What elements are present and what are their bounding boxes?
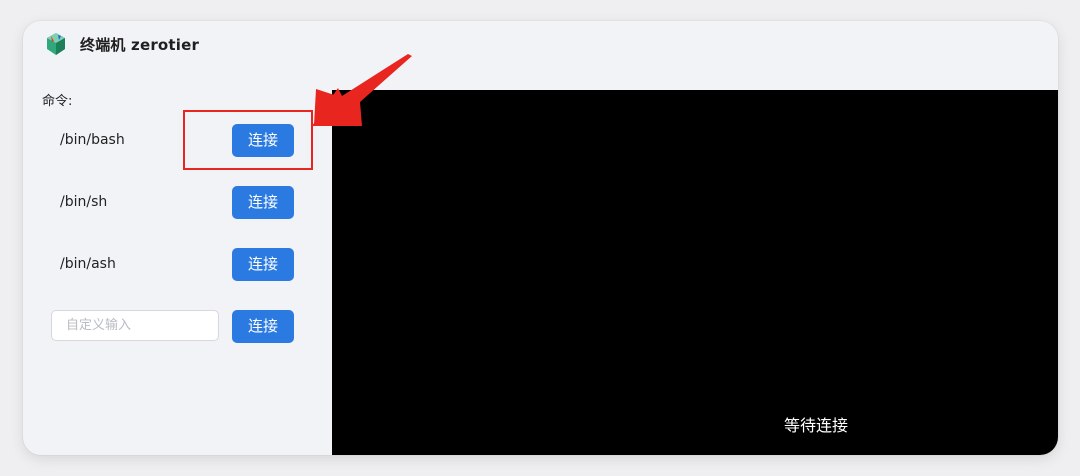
command-row-sh: /bin/sh 连接 [23,186,332,220]
command-name: /bin/ash [60,256,116,272]
connect-ash-button[interactable]: 连接 [232,248,294,281]
title-bar: 终端机 zerotier [23,21,1058,69]
command-name: /bin/sh [60,194,108,210]
command-row-ash: /bin/ash 连接 [23,248,332,282]
connect-custom-button[interactable]: 连接 [232,310,294,343]
window-title: 终端机 zerotier [80,36,200,54]
command-name: /bin/bash [60,132,125,148]
terminal-status-text: 等待连接 [784,416,849,435]
screenshot-background: 终端机 zerotier 命令: /bin/bash 连接 /bin/sh 连接… [0,0,1080,476]
terminal-app-window: 终端机 zerotier 命令: /bin/bash 连接 /bin/sh 连接… [23,21,1058,455]
connect-sh-button[interactable]: 连接 [232,186,294,219]
command-row-bash: /bin/bash 连接 [23,124,332,158]
commands-label: 命令: [42,94,73,109]
connect-bash-button[interactable]: 连接 [232,124,294,157]
zerotier-logo-icon [45,32,67,56]
custom-command-input[interactable] [51,310,219,341]
terminal-screen[interactable]: 等待连接 [332,90,1058,455]
command-row-custom: 连接 [23,310,332,344]
